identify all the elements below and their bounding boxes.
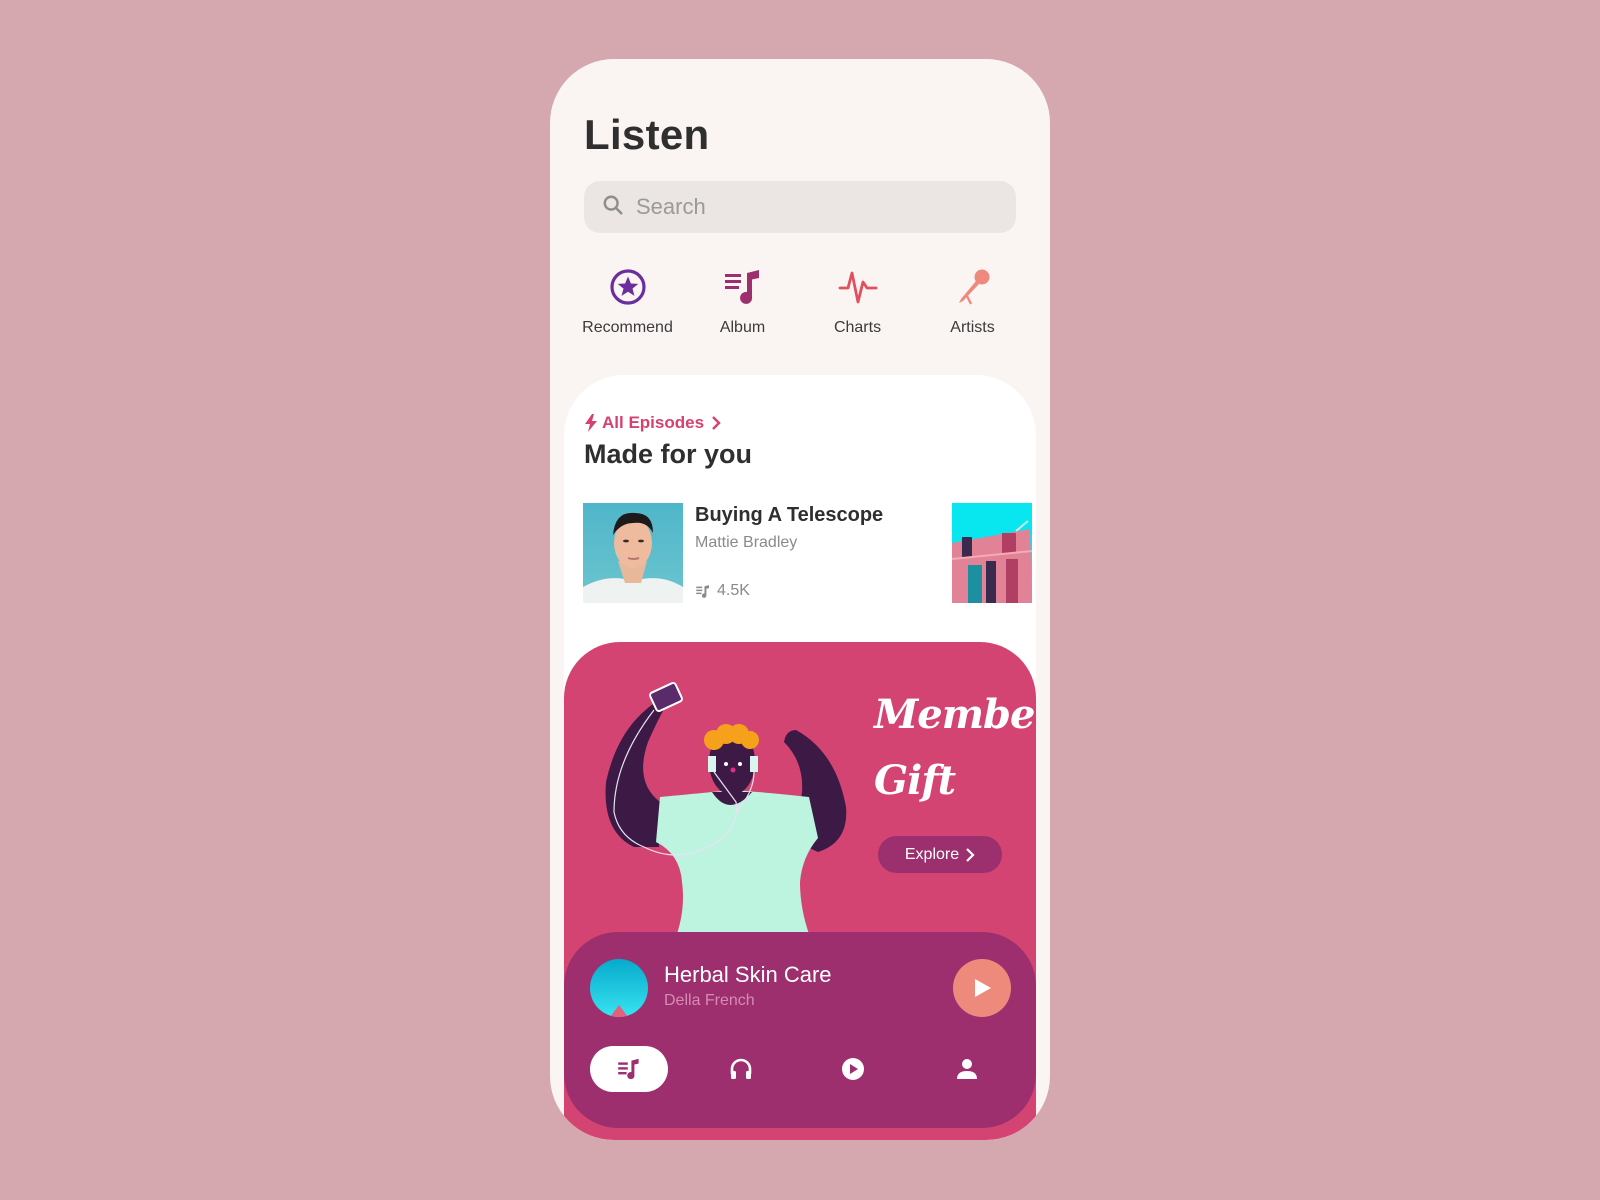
now-playing-author: Della French [664,992,755,1009]
banner-title-line1: Member [874,691,1036,738]
search-icon [602,194,624,221]
category-label: Album [719,319,766,336]
category-album[interactable]: Album [685,267,800,337]
bottom-nav [590,1046,1010,1092]
nav-library[interactable] [590,1046,668,1092]
category-recommend[interactable]: Recommend [570,267,685,337]
now-playing-title: Herbal Skin Care [664,962,832,987]
nav-play[interactable] [828,1046,878,1092]
music-list-icon [618,1058,639,1080]
now-playing-bar: Herbal Skin Care Della French [564,932,1036,1128]
banner-title-line2: Gift [874,757,956,804]
all-episodes-label: All Episodes [602,413,705,432]
now-playing-artwork [590,959,648,1017]
dancing-person-illustration [605,682,847,942]
search-input[interactable] [636,194,996,220]
category-charts[interactable]: Charts [800,267,915,337]
category-label: Artists [950,319,995,336]
pulse-icon [838,267,878,307]
phone-screen: Listen Recommend Album Charts [550,59,1050,1140]
search-bar[interactable] [584,181,1016,233]
section-title: Made for you [584,439,753,469]
page-title: Listen [584,111,710,158]
explore-label: Explore [904,845,960,863]
category-artists[interactable]: Artists [915,267,1030,337]
lightning-icon [585,414,597,432]
episode-item[interactable]: Buying A Telescope Mattie Bradley 4.5K [583,503,1043,603]
category-row: Recommend Album Charts Artists [570,267,1030,337]
episode-plays: 4.5K [695,582,750,600]
chevron-right-icon [712,416,721,430]
music-list-icon [723,267,763,307]
episode-author: Mattie Bradley [695,534,798,551]
plays-count: 4.5K [717,582,750,599]
explore-button[interactable]: Explore [878,836,1002,873]
chevron-right-icon [966,847,975,862]
microphone-icon [953,267,993,307]
nav-profile[interactable] [942,1046,992,1092]
user-icon [957,1059,977,1079]
star-circle-icon [608,267,648,307]
play-button[interactable] [953,959,1011,1017]
all-episodes-link[interactable]: All Episodes [584,413,726,433]
music-list-icon [696,584,709,598]
headphones-icon [730,1058,752,1079]
category-label: Recommend [582,319,673,336]
play-icon [975,979,991,997]
banner-title: Member Gift [874,682,1036,814]
nav-podcasts[interactable] [716,1046,766,1092]
episode-title: Buying A Telescope [695,504,884,526]
category-label: Charts [833,319,882,336]
episode-thumbnail [583,503,683,603]
episode-thumbnail-partial[interactable] [952,503,1032,603]
play-circle-icon [842,1058,864,1080]
